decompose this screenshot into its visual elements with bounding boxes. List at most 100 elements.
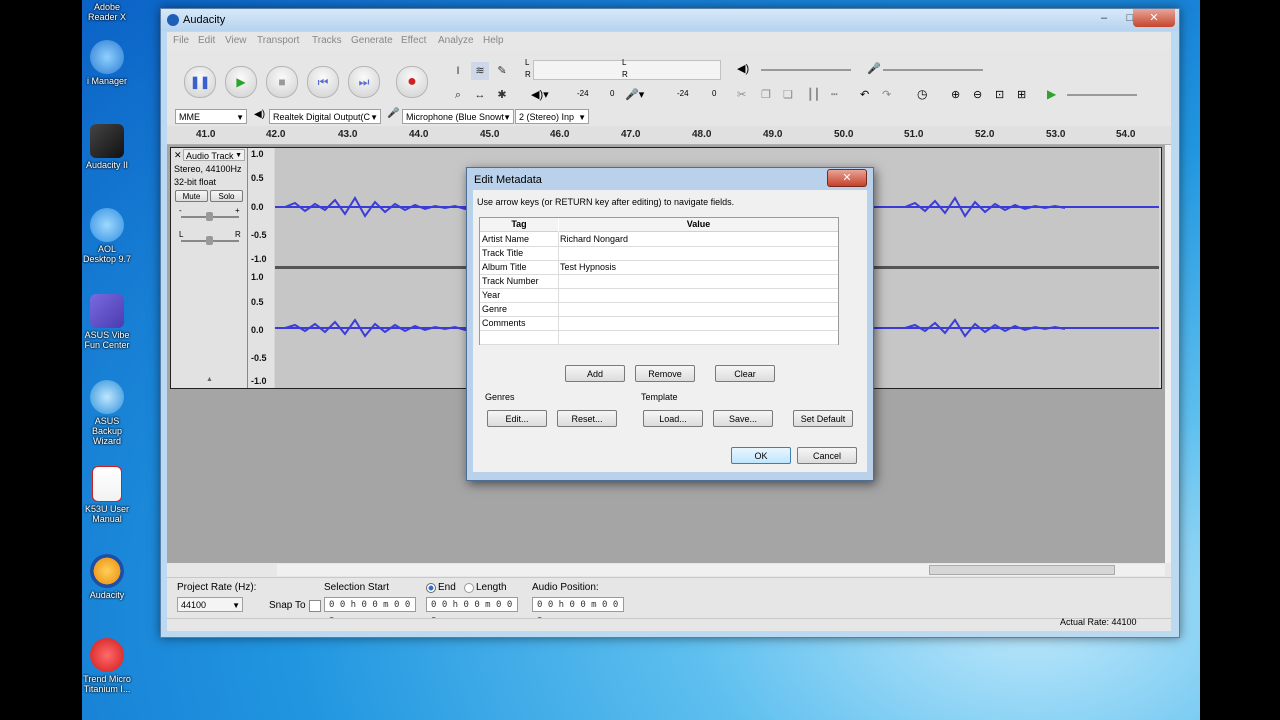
dialog-close-button[interactable]: ✕	[827, 169, 867, 187]
output-device-select[interactable]: Realtek Digital Output(C ▼	[269, 109, 381, 124]
metadata-row[interactable]	[480, 330, 838, 345]
length-label: Length	[476, 582, 507, 593]
channels-select[interactable]: 2 (Stereo) Inp ▼	[515, 109, 589, 124]
copy-icon[interactable]: ❐	[761, 88, 771, 101]
snap-to-checkbox[interactable]	[309, 600, 321, 612]
metadata-grid[interactable]: Tag Value Artist Name Richard Nongard Tr…	[479, 217, 839, 345]
window-close-button[interactable]: ✕	[1133, 9, 1175, 27]
selection-end-field[interactable]: 0 0 h 0 0 m 0 0 s	[426, 597, 518, 625]
window-titlebar[interactable]: Audacity – □ ✕	[161, 9, 1179, 31]
metadata-tag: Year	[482, 290, 501, 300]
metadata-row[interactable]: Track Number	[480, 274, 838, 289]
menu-effect[interactable]: Effect	[401, 35, 426, 46]
zoom-in-icon[interactable]: ⊕	[951, 88, 960, 101]
desktop-icon-audacity-ii[interactable]: Audacity II	[82, 124, 132, 170]
menu-tracks[interactable]: Tracks	[312, 35, 342, 46]
track-close-button[interactable]: ✕	[174, 150, 182, 161]
menu-view[interactable]: View	[225, 35, 247, 46]
mute-button[interactable]: Mute	[175, 190, 208, 202]
timeline-ruler[interactable]: 41.0 42.0 43.0 44.0 45.0 46.0 47.0 48.0 …	[167, 126, 1171, 145]
microphone-icon[interactable]: 🎤▾	[625, 88, 644, 101]
pan-slider-thumb[interactable]	[206, 236, 213, 245]
add-button[interactable]: Add	[565, 365, 625, 382]
aol-icon	[90, 208, 124, 242]
skip-start-button[interactable]: ⏮	[307, 66, 339, 98]
multi-tool-icon[interactable]: ✱	[493, 86, 511, 104]
minimize-button[interactable]: –	[1091, 9, 1117, 27]
timeshift-tool-icon[interactable]: ↔	[471, 86, 489, 104]
menu-analyze[interactable]: Analyze	[438, 35, 474, 46]
zoom-out-icon[interactable]: ⊖	[973, 88, 982, 101]
clear-button[interactable]: Clear	[715, 365, 775, 382]
metadata-value[interactable]: Richard Nongard	[560, 232, 628, 246]
undo-icon[interactable]: ↶	[860, 88, 869, 101]
zoom-tool-icon[interactable]: ⌕	[449, 86, 467, 104]
menu-help[interactable]: Help	[483, 35, 504, 46]
record-button[interactable]: ●	[396, 66, 428, 98]
metadata-row[interactable]: Genre	[480, 302, 838, 317]
track-name-menu[interactable]: Audio Track ▼	[183, 149, 245, 161]
metadata-row[interactable]: Artist Name Richard Nongard	[480, 232, 838, 247]
paste-icon[interactable]: ❏	[783, 88, 793, 101]
desktop-icon-backup[interactable]: ASUS Backup Wizard	[82, 380, 132, 446]
desktop-icon-trend-micro[interactable]: Trend Micro Titanium I...	[82, 638, 132, 694]
cut-icon[interactable]: ✂	[737, 88, 746, 101]
project-rate-select[interactable]: 44100 ▼	[177, 597, 243, 612]
stop-button[interactable]: ■	[266, 66, 298, 98]
record-volume-slider[interactable]	[883, 69, 983, 71]
selection-tool-icon[interactable]: I	[449, 62, 467, 80]
horizontal-scrollbar[interactable]	[277, 564, 1165, 576]
audio-host-select[interactable]: MME ▼	[175, 109, 247, 124]
vertical-scrollbar[interactable]	[1165, 145, 1171, 563]
metadata-row[interactable]: Track Title	[480, 246, 838, 261]
pause-button[interactable]: ❚❚	[184, 66, 216, 98]
audio-position-field[interactable]: 0 0 h 0 0 m 0 0 s	[532, 597, 624, 625]
sync-lock-icon[interactable]: ◷	[917, 87, 927, 101]
ok-button[interactable]: OK	[731, 447, 791, 464]
desktop-icon-manager[interactable]: i Manager	[82, 40, 132, 86]
input-device-select[interactable]: Microphone (Blue Snowt ▼	[402, 109, 514, 124]
desktop-icon-adobe-reader[interactable]: Adobe Reader X	[82, 0, 132, 22]
length-radio[interactable]	[464, 583, 474, 593]
metadata-row[interactable]: Album Title Test Hypnosis	[480, 260, 838, 275]
metadata-row[interactable]: Year	[480, 288, 838, 303]
metadata-value[interactable]: Test Hypnosis	[560, 260, 616, 274]
silence-icon[interactable]: ┅	[831, 88, 838, 101]
save-template-button[interactable]: Save...	[713, 410, 773, 427]
reset-genres-button[interactable]: Reset...	[557, 410, 617, 427]
end-radio[interactable]	[426, 583, 436, 593]
metadata-row[interactable]: Comments	[480, 316, 838, 331]
set-default-button[interactable]: Set Default	[793, 410, 853, 427]
menu-file[interactable]: File	[173, 35, 189, 46]
play-button[interactable]: ▶	[225, 66, 257, 98]
cancel-button[interactable]: Cancel	[797, 447, 857, 464]
remove-button[interactable]: Remove	[635, 365, 695, 382]
trim-icon[interactable]: ┃┃	[807, 88, 820, 101]
horizontal-scrollbar-thumb[interactable]	[929, 565, 1115, 575]
desktop-icon-vibe[interactable]: ASUS Vibe Fun Center	[82, 294, 132, 350]
selection-start-field[interactable]: 0 0 h 0 0 m 0 0 s	[324, 597, 416, 625]
menu-edit[interactable]: Edit	[198, 35, 215, 46]
skip-end-button[interactable]: ⏭	[348, 66, 380, 98]
menu-transport[interactable]: Transport	[257, 35, 299, 46]
edit-genres-button[interactable]: Edit...	[487, 410, 547, 427]
speaker-icon[interactable]: ◀)▾	[531, 88, 549, 101]
playback-volume-slider[interactable]	[761, 69, 851, 71]
menu-generate[interactable]: Generate	[351, 35, 393, 46]
desktop-icon-user-manual[interactable]: K53U User Manual	[82, 466, 132, 524]
cell-divider	[558, 232, 559, 246]
envelope-tool-icon[interactable]: ≋	[471, 62, 489, 80]
gain-slider-thumb[interactable]	[206, 212, 213, 221]
collapse-track-icon[interactable]: ▲	[206, 376, 213, 383]
redo-icon[interactable]: ↷	[882, 88, 891, 101]
play-at-speed-icon[interactable]: ▶	[1047, 87, 1056, 101]
desktop-icon-audacity[interactable]: Audacity	[82, 554, 132, 600]
mic-device-icon: 🎤	[387, 108, 400, 119]
solo-button[interactable]: Solo	[210, 190, 243, 202]
fit-selection-icon[interactable]: ⊡	[995, 88, 1004, 101]
play-speed-slider[interactable]	[1067, 94, 1137, 96]
draw-tool-icon[interactable]: ✎	[493, 62, 511, 80]
fit-project-icon[interactable]: ⊞	[1017, 88, 1026, 101]
desktop-icon-aol[interactable]: AOL Desktop 9.7	[82, 208, 132, 264]
load-template-button[interactable]: Load...	[643, 410, 703, 427]
